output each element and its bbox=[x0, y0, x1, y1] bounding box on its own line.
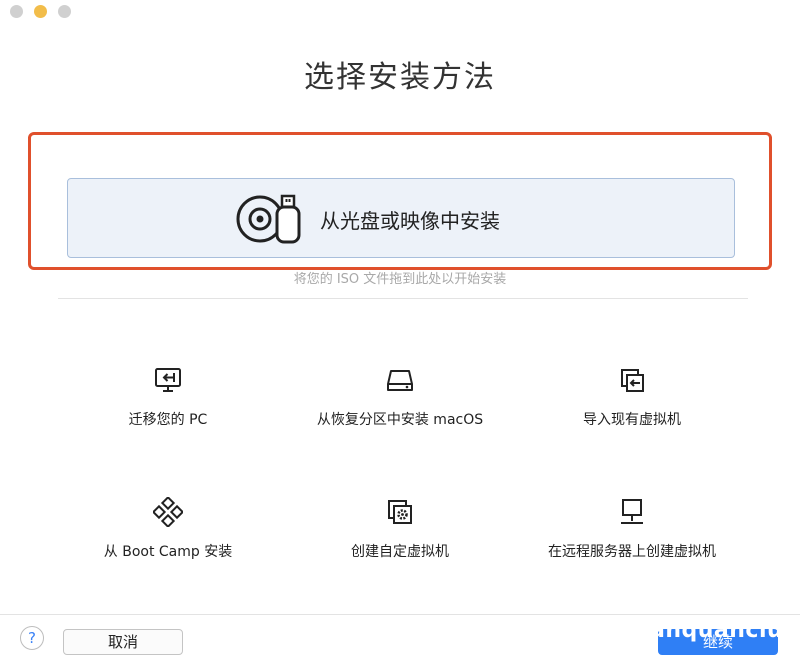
boot-camp-icon bbox=[68, 497, 268, 527]
install-from-recovery-option[interactable]: 从恢复分区中安装 macOS bbox=[300, 365, 500, 429]
remote-server-icon bbox=[532, 497, 732, 527]
drag-iso-hint: 将您的 ISO 文件拖到此处以开始安装 bbox=[293, 272, 507, 287]
zoom-window-button[interactable] bbox=[58, 5, 71, 18]
install-from-disc-label: 从光盘或映像中安装 bbox=[320, 209, 500, 233]
section-divider bbox=[58, 298, 748, 299]
migrate-pc-option[interactable]: 迁移您的 PC bbox=[68, 365, 268, 429]
import-vm-option[interactable]: 导入现有虚拟机 bbox=[532, 365, 732, 429]
create-remote-vm-option[interactable]: 在远程服务器上创建虚拟机 bbox=[532, 497, 732, 561]
create-custom-vm-label: 创建自定虚拟机 bbox=[351, 544, 449, 560]
custom-vm-icon bbox=[300, 497, 500, 527]
install-from-boot-camp-option[interactable]: 从 Boot Camp 安装 bbox=[68, 497, 268, 561]
title-bar bbox=[0, 0, 800, 26]
watermark-text: anquanclub.c bbox=[650, 618, 800, 643]
disc-and-usb-icon bbox=[236, 192, 304, 250]
import-vm-label: 导入现有虚拟机 bbox=[583, 412, 681, 428]
close-window-button[interactable] bbox=[10, 5, 23, 18]
minimize-window-button[interactable] bbox=[34, 5, 47, 18]
migrate-pc-label: 迁移您的 PC bbox=[128, 412, 208, 428]
install-from-boot-camp-label: 从 Boot Camp 安装 bbox=[103, 544, 233, 560]
install-from-disc-button[interactable]: 从光盘或映像中安装 bbox=[67, 178, 735, 258]
footer-divider bbox=[0, 614, 800, 615]
create-custom-vm-option[interactable]: 创建自定虚拟机 bbox=[300, 497, 500, 561]
help-button[interactable]: ? bbox=[20, 626, 44, 650]
migrate-pc-icon bbox=[68, 365, 268, 395]
install-from-recovery-label: 从恢复分区中安装 macOS bbox=[316, 412, 484, 428]
create-remote-vm-label: 在远程服务器上创建虚拟机 bbox=[548, 544, 716, 560]
import-vm-icon bbox=[532, 365, 732, 395]
cancel-button[interactable]: 取消 bbox=[63, 629, 183, 655]
page-title: 选择安装方法 bbox=[304, 60, 496, 95]
recovery-drive-icon bbox=[300, 365, 500, 395]
